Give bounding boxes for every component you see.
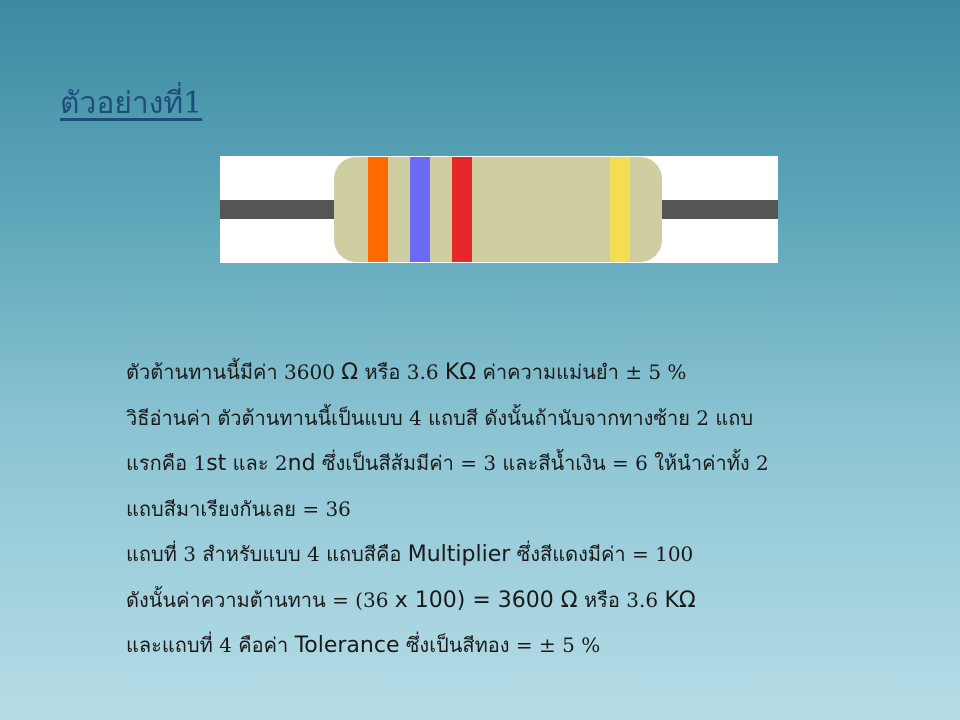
text-segment: หรือ 3.6 (577, 587, 665, 612)
resistor-band-gold (610, 157, 630, 262)
text-segment: Tolerance (294, 633, 400, 658)
text-segment: และแถบที่ 4 คือค่า (126, 633, 295, 657)
explanation-text: ตัวต้านทานนี้มีค่า 3600 Ω หรือ 3.6 KΩ ค่… (126, 350, 926, 669)
text-segment: ซึ่งเป็นสีส้มมีค่า = 3 และสีน้ำเงิน = 6 … (315, 451, 769, 475)
text-segment: แรกคือ 1 (126, 451, 207, 475)
body-line-4: แถบสีมาเรียงกันเลย = 36 (126, 487, 926, 533)
text-segment: Multiplier (407, 542, 511, 567)
text-segment: และ 2 (226, 451, 288, 475)
slide-title: ตัวอย่างที่1 (60, 86, 203, 121)
text-segment: nd (287, 451, 316, 476)
text-segment: ซึ่งเป็นสีทอง = ± 5 % (399, 633, 601, 657)
resistor-illustration (220, 157, 778, 262)
text-segment: Ω (341, 360, 359, 385)
body-line-7: และแถบที่ 4 คือค่า Tolerance ซึ่งเป็นสีท… (126, 623, 926, 669)
resistor-band-blue (410, 157, 430, 262)
body-line-5: แถบที่ 3 สำหรับแบบ 4 แถบสีคือ Multiplier… (126, 532, 926, 578)
resistor-band-orange (368, 157, 388, 262)
body-line-6: ดังนั้นค่าความต้านทาน = (36 x 100) = 360… (126, 578, 926, 624)
text-segment: ค่าความแม่นยำ ± 5 % (476, 360, 687, 384)
text-segment: KΩ (664, 587, 696, 613)
body-line-1: ตัวต้านทานนี้มีค่า 3600 Ω หรือ 3.6 KΩ ค่… (126, 350, 926, 396)
text-segment: KΩ (444, 360, 477, 385)
text-segment: ตัวต้านทานนี้มีค่า 3600 (126, 360, 342, 384)
text-segment: ดังนั้นค่าความต้านทาน = (36 (126, 587, 395, 612)
body-line-3: แรกคือ 1st และ 2nd ซึ่งเป็นสีส้มมีค่า = … (126, 441, 926, 487)
text-segment: วิธีอ่านค่า ตัวต้านทานนี้เป็นแบบ 4 แถบสี… (126, 405, 754, 430)
text-segment: x 100) = 3600 Ω (394, 587, 578, 613)
text-segment: st (206, 451, 227, 476)
text-segment: แถบที่ 3 สำหรับแบบ 4 แถบสีคือ (126, 542, 408, 566)
body-line-2: วิธีอ่านค่า ตัวต้านทานนี้เป็นแบบ 4 แถบสี… (126, 396, 926, 442)
text-segment: แถบสีมาเรียงกันเลย = 36 (126, 496, 351, 521)
resistor-band-red (452, 157, 472, 262)
text-segment: หรือ 3.6 (358, 360, 445, 384)
resistor-image (220, 156, 778, 263)
text-segment: ซึ่งสีแดงมีค่า = 100 (510, 542, 694, 566)
